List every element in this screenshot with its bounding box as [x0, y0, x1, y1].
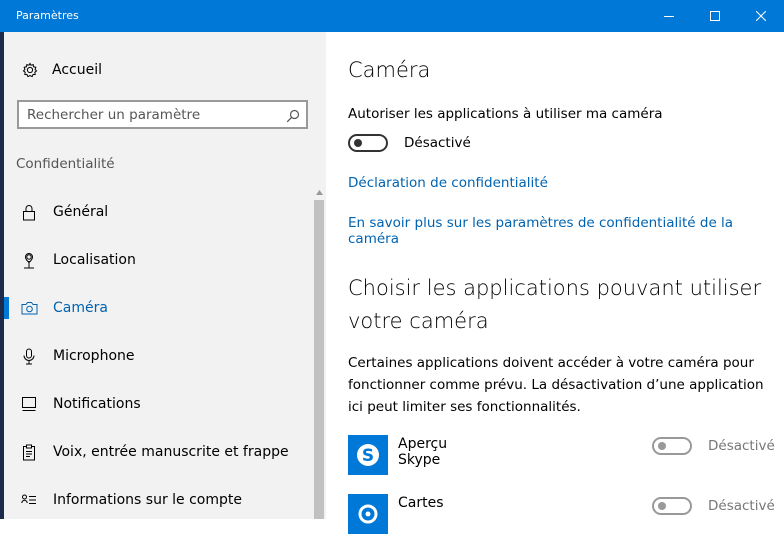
sidebar-item-account-info[interactable]: Informations sur le compte: [4, 476, 312, 524]
sidebar-item-label: Caméra: [53, 300, 108, 316]
sidebar-item-localisation[interactable]: Localisation: [4, 236, 312, 284]
search-box[interactable]: [17, 100, 308, 129]
privacy-nav: Général Localisation Caméra Microphone N…: [4, 188, 312, 524]
search-input[interactable]: [27, 107, 277, 123]
allow-camera-toggle[interactable]: [348, 134, 388, 152]
skype-icon: S: [348, 435, 388, 475]
sidebar-item-notifications[interactable]: Notifications: [4, 380, 312, 428]
privacy-statement-link[interactable]: Déclaration de confidentialité: [348, 175, 548, 191]
sidebar-item-label: Localisation: [53, 252, 136, 268]
choose-apps-description: Certaines applications doivent accéder à…: [348, 355, 764, 415]
learn-more-link[interactable]: En savoir plus sur les paramètres de con…: [348, 215, 784, 247]
sidebar-item-microphone[interactable]: Microphone: [4, 332, 312, 380]
page-title: Caméra: [348, 58, 431, 82]
close-icon: [756, 11, 766, 21]
svg-text:S: S: [362, 446, 374, 466]
clipboard-icon: [20, 443, 38, 461]
maps-camera-toggle[interactable]: [652, 497, 692, 515]
main-content: Caméra Autoriser les applications à util…: [326, 32, 784, 534]
app-name: Cartes: [398, 495, 444, 511]
notifications-icon: [20, 395, 38, 413]
home-link[interactable]: Accueil: [20, 60, 102, 80]
maximize-button[interactable]: [692, 0, 738, 32]
search-icon[interactable]: [286, 108, 300, 123]
allow-camera-label: Autoriser les applications à utiliser ma…: [348, 106, 663, 122]
maps-camera-state: Désactivé: [708, 498, 775, 514]
minimize-icon: [664, 16, 674, 17]
sidebar-item-general[interactable]: Général: [4, 188, 312, 236]
window-title: Paramètres: [16, 9, 79, 22]
gear-icon: [20, 60, 40, 80]
sidebar-item-camera[interactable]: Caméra: [4, 284, 312, 332]
toggle-knob: [658, 502, 666, 510]
home-label: Accueil: [52, 62, 102, 78]
scrollbar-thumb[interactable]: [314, 200, 324, 519]
maximize-icon: [710, 11, 720, 21]
app-name: Aperçu Skype: [398, 436, 448, 468]
sidebar-item-speech[interactable]: Voix, entrée manuscrite et frappe: [4, 428, 312, 476]
sidebar-item-label: Voix, entrée manuscrite et frappe: [53, 444, 289, 460]
sidebar-item-label: Général: [53, 204, 109, 220]
minimize-button[interactable]: [646, 0, 692, 32]
sidebar-item-label: Notifications: [53, 396, 141, 412]
choose-apps-heading: Choisir les applications pouvant utilise…: [348, 276, 762, 333]
skype-camera-toggle[interactable]: [652, 437, 692, 455]
toggle-knob: [354, 139, 362, 147]
lock-icon: [20, 203, 38, 221]
sidebar: Accueil Confidentialité Général Localisa…: [4, 32, 326, 519]
scroll-up-arrow-icon[interactable]: [313, 186, 325, 198]
title-bar: Paramètres: [0, 0, 784, 32]
sidebar-item-label: Microphone: [53, 348, 135, 364]
close-button[interactable]: [738, 0, 784, 32]
sidebar-item-label: Informations sur le compte: [53, 492, 242, 508]
microphone-icon: [20, 347, 38, 365]
toggle-knob: [658, 442, 666, 450]
account-info-icon: [20, 491, 38, 509]
location-pin-icon: [20, 251, 38, 269]
camera-icon: [20, 299, 38, 317]
skype-camera-state: Désactivé: [708, 438, 775, 454]
section-label: Confidentialité: [16, 156, 115, 172]
sidebar-scrollbar[interactable]: [313, 186, 325, 519]
maps-icon: [348, 494, 388, 534]
allow-camera-state: Désactivé: [404, 135, 471, 151]
